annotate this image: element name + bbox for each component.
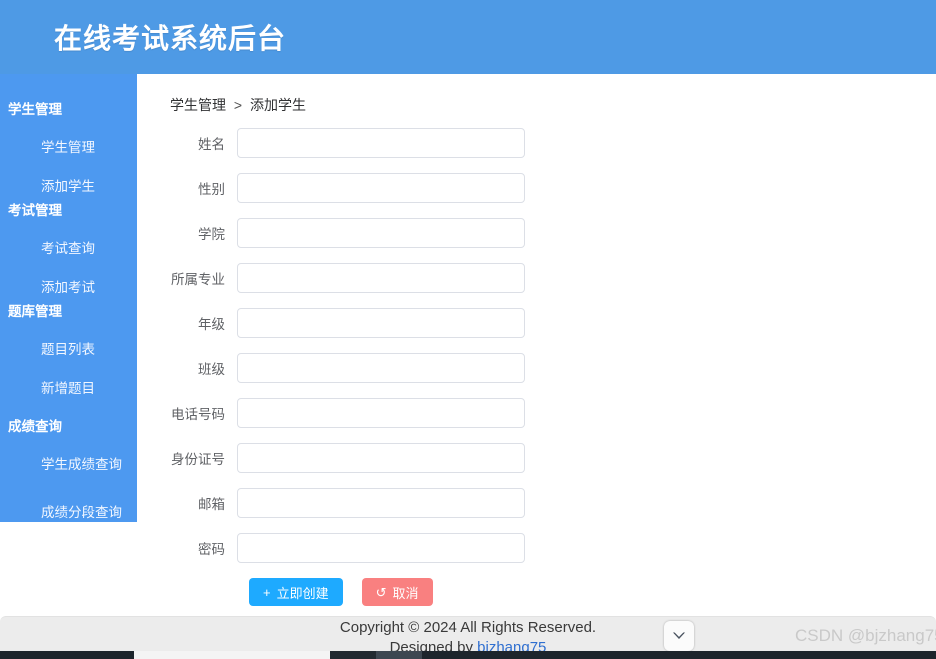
form-row-grade: 年级 — [137, 308, 936, 338]
label-college: 学院 — [198, 227, 225, 242]
breadcrumb-current: 添加学生 — [249, 97, 306, 113]
app-title: 在线考试系统后台 — [54, 23, 287, 54]
taskbar-app-item-1[interactable] — [330, 651, 376, 659]
os-taskbar — [0, 651, 936, 659]
sidebar-item-student-list[interactable]: 学生管理 — [0, 136, 137, 160]
sidebar-item-add-exam[interactable]: 添加考试 — [0, 276, 137, 300]
label-name: 姓名 — [198, 137, 225, 152]
input-gender[interactable] — [237, 173, 525, 203]
input-name[interactable] — [237, 128, 525, 158]
label-grade: 年级 — [198, 317, 225, 332]
input-major[interactable] — [237, 263, 525, 293]
breadcrumb-separator: > — [233, 97, 243, 113]
create-button-label: 立即创建 — [276, 585, 329, 601]
label-phone: 电话号码 — [171, 407, 225, 422]
sidebar-group-title-question-bank: 题库管理 — [8, 304, 62, 319]
sidebar-item-add-student[interactable]: 添加学生 — [0, 175, 137, 199]
footer-copyright: Copyright © 2024 All Rights Reserved. — [339, 619, 597, 636]
form-row-email: 邮箱 — [137, 488, 936, 518]
label-id-card: 身份证号 — [171, 452, 225, 467]
input-email[interactable] — [237, 488, 525, 518]
app-header: 在线考试系统后台 — [0, 0, 936, 74]
chevron-down-icon — [673, 632, 685, 639]
cancel-button-label: 取消 — [392, 585, 419, 601]
sidebar-top-spacer — [0, 74, 137, 98]
label-gender: 性别 — [198, 182, 225, 197]
taskbar-app-item-3[interactable] — [422, 651, 936, 659]
input-college[interactable] — [237, 218, 525, 248]
form-row-college: 学院 — [137, 218, 936, 248]
input-phone[interactable] — [237, 398, 525, 428]
sidebar-item-student-score-query[interactable]: 学生成绩查询 — [0, 453, 137, 477]
form-row-password: 密码 — [137, 533, 936, 563]
footer-credit-prefix: Designed by — [389, 639, 478, 651]
input-password[interactable] — [237, 533, 525, 563]
input-grade[interactable] — [237, 308, 525, 338]
sidebar-item-score-range-query[interactable]: 成绩分段查询 — [0, 501, 137, 522]
form-row-class: 班级 — [137, 353, 936, 383]
cancel-button[interactable]: ↺ 取消 — [361, 578, 433, 606]
label-class: 班级 — [198, 362, 225, 377]
form-actions: + 立即创建 ↺ 取消 — [249, 578, 936, 606]
sidebar-group-title-exam: 考试管理 — [8, 203, 62, 218]
sidebar-group-title-student: 学生管理 — [8, 102, 62, 117]
breadcrumb: 学生管理 > 添加学生 — [170, 95, 306, 115]
label-password: 密码 — [198, 542, 225, 557]
scroll-down-button[interactable] — [664, 621, 694, 651]
form-row-id-card: 身份证号 — [137, 443, 936, 473]
sidebar-item-add-question[interactable]: 新增题目 — [0, 377, 137, 401]
footer-credit-link[interactable]: bjzhang75 — [477, 639, 546, 651]
input-id-card[interactable] — [237, 443, 525, 473]
create-button[interactable]: + 立即创建 — [249, 578, 343, 606]
label-email: 邮箱 — [198, 497, 225, 512]
breadcrumb-parent[interactable]: 学生管理 — [170, 97, 226, 113]
form-row-gender: 性别 — [137, 173, 936, 203]
sidebar-group-title-score: 成绩查询 — [8, 419, 62, 434]
sidebar-item-exam-query[interactable]: 考试查询 — [0, 237, 137, 261]
sidebar-item-question-list[interactable]: 题目列表 — [0, 338, 137, 362]
taskbar-app-item-2[interactable] — [376, 651, 422, 659]
add-student-form: 姓名 性别 学院 所属专业 年级 班级 电话号码 身份证号 邮箱 密码 + 立即… — [137, 128, 936, 606]
form-row-major: 所属专业 — [137, 263, 936, 293]
label-major: 所属专业 — [171, 272, 225, 287]
refresh-ccw-icon: ↺ — [375, 584, 387, 600]
footer-credit: Designed by bjzhang75 — [0, 639, 936, 651]
input-class[interactable] — [237, 353, 525, 383]
form-row-phone: 电话号码 — [137, 398, 936, 428]
sidebar: 学生管理 学生管理 添加学生 考试管理 考试查询 添加考试 题库管理 题目列表 … — [0, 74, 137, 522]
plus-icon: + — [263, 584, 271, 600]
main-content: 学生管理 > 添加学生 姓名 性别 学院 所属专业 年级 班级 电话号码 身份证… — [137, 74, 936, 635]
footer: Copyright © 2024 All Rights Reserved. De… — [0, 616, 936, 651]
form-row-name: 姓名 — [137, 128, 936, 158]
taskbar-window-item[interactable] — [134, 651, 330, 659]
